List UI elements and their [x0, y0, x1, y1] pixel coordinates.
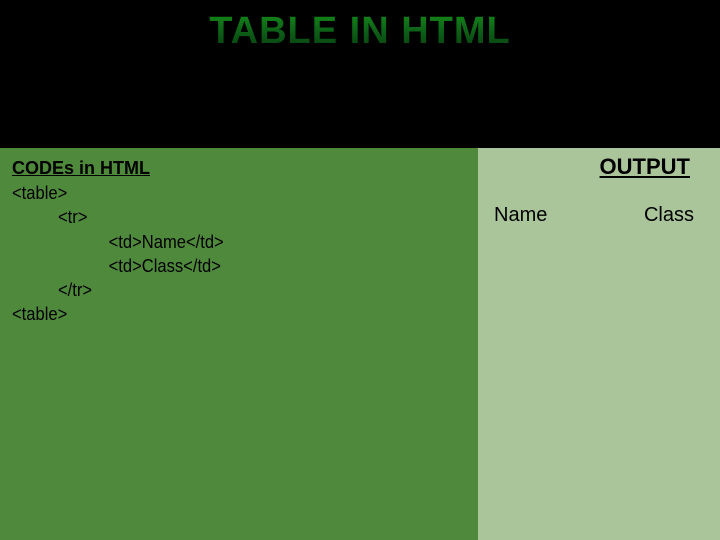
- output-cell-name: Name: [494, 204, 547, 227]
- code-block: <table> <tr> <td>Name</td> <td>Class</td…: [12, 181, 430, 327]
- output-row: Name Class: [492, 204, 706, 227]
- output-heading: OUTPUT: [600, 154, 690, 180]
- slide-title: TABLE IN HTML: [0, 0, 720, 53]
- code-panel: CODEs in HTML <table> <tr> <td>Name</td>…: [0, 148, 478, 540]
- content-panels: CODEs in HTML <table> <tr> <td>Name</td>…: [0, 148, 720, 540]
- code-heading: CODEs in HTML: [12, 158, 466, 179]
- output-panel: OUTPUT Name Class: [478, 148, 720, 540]
- output-cell-class: Class: [644, 204, 694, 227]
